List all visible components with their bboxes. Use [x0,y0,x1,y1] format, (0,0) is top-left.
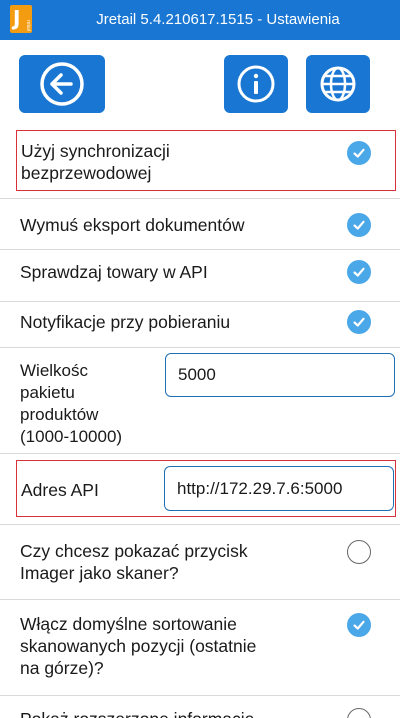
api-address-value: http://172.29.7.6:5000 [177,478,343,498]
setting-extended-info[interactable]: Pokaż rozszerzone informacje [0,696,400,718]
setting-default-sort[interactable]: Włącz domyślne sortowanie skanowanych po… [0,600,400,695]
check-icon [353,148,365,158]
wireless-sync-label-line1: Użyj synchronizacji [21,141,170,161]
default-sort-label: Włącz domyślne sortowanie skanowanych po… [20,613,256,679]
packet-size-input[interactable]: 5000 [165,353,395,397]
logo-letter: J [13,6,21,30]
default-sort-label-line3: na górze)? [20,658,104,678]
api-address-label: Adres API [21,480,99,500]
divider [0,453,400,454]
wireless-sync-label: Użyj synchronizacji bezprzewodowej [21,140,170,184]
setting-notifications[interactable]: Notyfikacje przy pobieraniu [0,302,400,347]
force-export-label: Wymuś eksport dokumentów [20,215,245,235]
check-api-label: Sprawdzaj towary w API [20,262,208,282]
setting-api-address: Adres API http://172.29.7.6:5000 [16,460,396,517]
notifications-label: Notyfikacje przy pobieraniu [20,312,231,332]
wireless-sync-label-line2: bezprzewodowej [21,163,152,183]
info-icon [237,65,275,103]
info-button[interactable] [224,55,288,113]
imager-scanner-checkbox[interactable] [347,540,371,564]
imager-scanner-label: Czy chcesz pokazać przycisk Imager jako … [20,540,248,584]
window-title: Jretail 5.4.210617.1515 - Ustawienia [96,11,340,28]
app-logo: J retail [10,5,32,33]
packet-size-label-line3: produktów [20,405,99,424]
wireless-sync-checkbox[interactable] [347,141,371,165]
check-api-checkbox[interactable] [347,260,371,284]
check-icon [353,317,365,327]
check-icon [353,220,365,230]
arrow-left-icon [40,62,84,106]
default-sort-checkbox[interactable] [347,613,371,637]
imager-scanner-label-line1: Czy chcesz pokazać przycisk [20,541,248,561]
back-button[interactable] [19,55,105,113]
imager-scanner-label-line2: Imager jako skaner? [20,563,179,583]
setting-check-api[interactable]: Sprawdzaj towary w API [0,250,400,301]
default-sort-label-line2: skanowanych pozycji (ostatnie [20,636,257,656]
packet-size-label-line1: Wielkośc [20,361,89,380]
packet-size-label: Wielkośc pakietu produktów (1000-10000) [20,360,122,448]
check-icon [353,620,365,630]
packet-size-label-line2: pakietu [20,383,75,402]
check-icon [353,267,365,277]
language-button[interactable] [306,55,370,113]
packet-size-label-line4: (1000-10000) [20,427,123,446]
extended-info-label: Pokaż rozszerzone informacje [20,708,254,718]
force-export-checkbox[interactable] [347,213,371,237]
setting-imager-scanner[interactable]: Czy chcesz pokazać przycisk Imager jako … [0,525,400,599]
default-sort-label-line1: Włącz domyślne sortowanie [20,614,237,634]
setting-packet-size: Wielkośc pakietu produktów (1000-10000) … [0,348,400,453]
logo-small-text: retail [25,20,31,31]
notifications-checkbox[interactable] [347,310,371,334]
setting-wireless-sync[interactable]: Użyj synchronizacji bezprzewodowej [16,130,396,191]
setting-force-export[interactable]: Wymuś eksport dokumentów [0,199,400,249]
api-address-input[interactable]: http://172.29.7.6:5000 [164,466,394,511]
globe-icon [320,66,356,102]
extended-info-checkbox[interactable] [347,708,371,718]
packet-size-value: 5000 [178,365,216,384]
title-bar: J retail Jretail 5.4.210617.1515 - Ustaw… [0,0,400,40]
